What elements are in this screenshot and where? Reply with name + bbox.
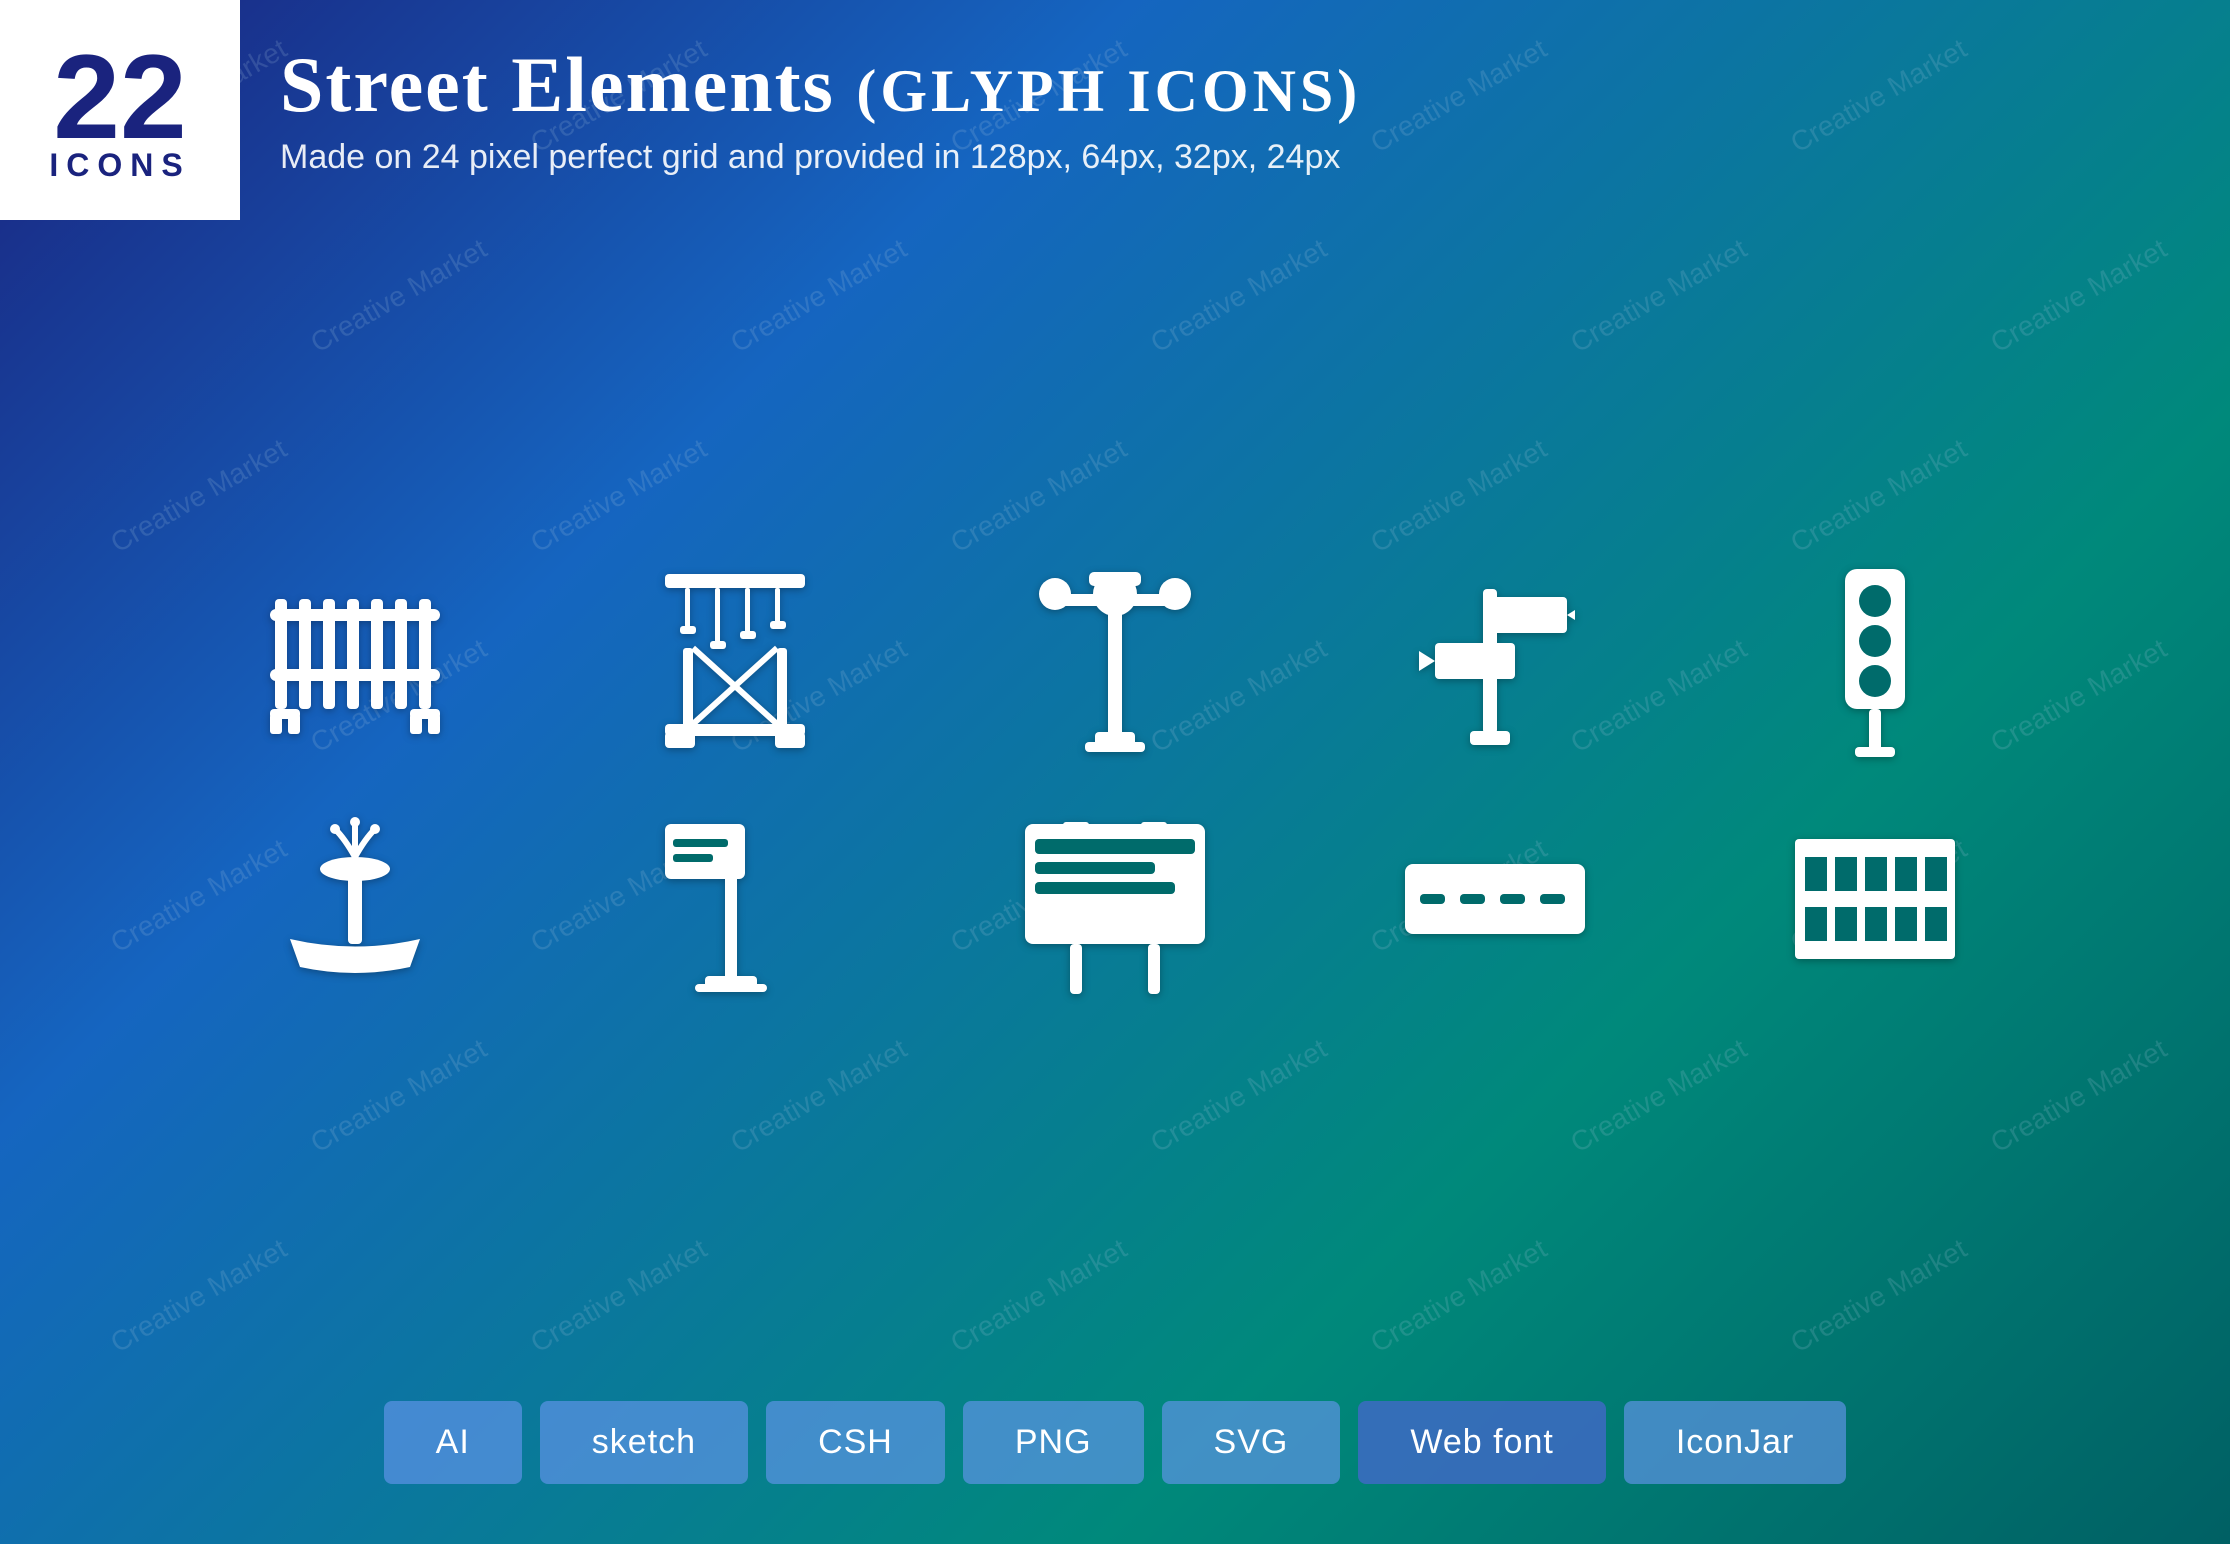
background: Creative Market Creative Market Creative… [0,0,2230,1544]
badge: 22 ICONS [0,0,240,220]
btn-csh[interactable]: CSH [766,1401,945,1484]
btn-svg[interactable]: SVG [1162,1401,1341,1484]
icons-row-1 [80,569,2150,749]
btn-iconjar[interactable]: IconJar [1624,1401,1847,1484]
btn-png[interactable]: PNG [963,1401,1144,1484]
icons-section [0,197,2230,1361]
badge-label: ICONS [49,147,190,184]
title-sub: (Glyph Icons) [856,58,1361,124]
btn-webfont[interactable]: Web font [1358,1401,1605,1484]
road-icon [1395,809,1595,989]
fence-icon [255,569,455,749]
badge-number: 22 [53,37,186,157]
street-lamp-icon [1015,569,1215,749]
traffic-light-icon [1775,569,1975,749]
signpost-icon [1395,569,1595,749]
btn-sketch[interactable]: sketch [540,1401,748,1484]
crane-icon [635,569,835,749]
btn-ai[interactable]: AI [384,1401,522,1484]
title-main: Street Elements [280,41,835,128]
header-section: Street Elements (Glyph Icons) Made on 24… [0,0,2230,197]
fountain-icon [255,809,455,989]
subtitle: Made on 24 pixel perfect grid and provid… [280,138,2190,177]
billboard-icon [1015,809,1215,989]
radiator-icon [1775,809,1975,989]
main-title: Street Elements (Glyph Icons) [280,40,2190,130]
icons-row-2 [80,809,2150,989]
flag-sign-icon [635,809,835,989]
buttons-section: AI sketch CSH PNG SVG Web font IconJar [0,1361,2230,1544]
